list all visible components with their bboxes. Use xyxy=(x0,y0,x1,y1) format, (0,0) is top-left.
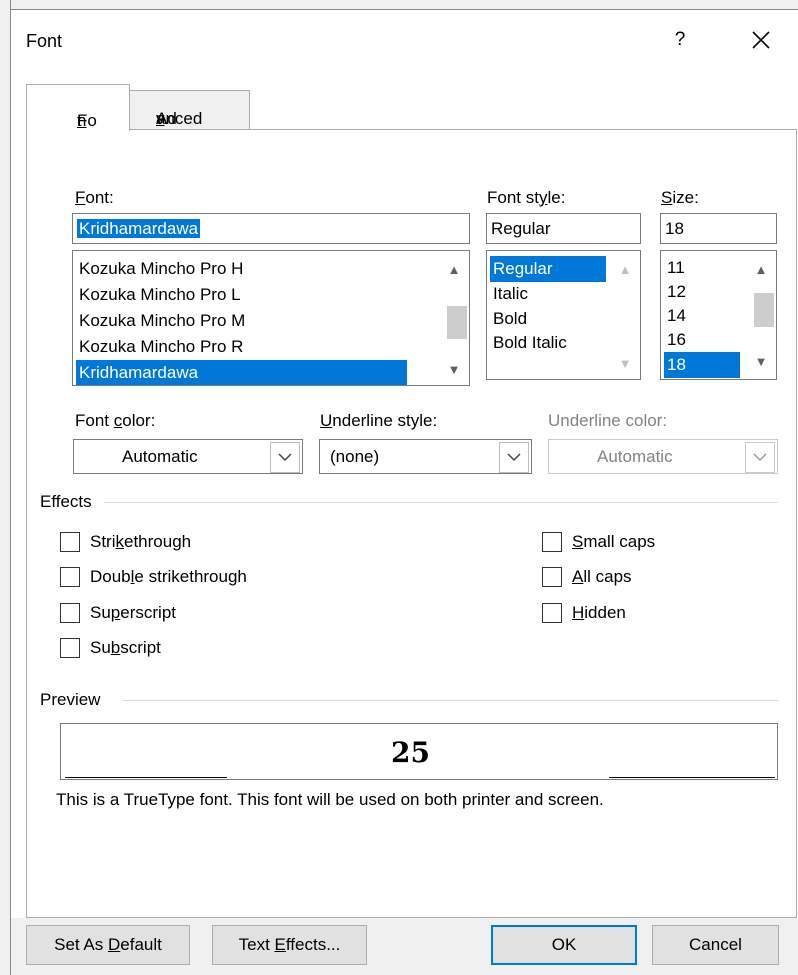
dialog-title: Font xyxy=(26,31,63,51)
font-label: Font: xyxy=(75,188,114,207)
font-style-item[interactable]: Italic xyxy=(493,281,528,307)
scroll-up-icon: ▲ xyxy=(618,262,632,277)
hidden-checkbox[interactable] xyxy=(542,603,562,623)
size-list-item[interactable]: 12 xyxy=(667,279,686,305)
superscript-label[interactable]: Superscript xyxy=(90,603,176,623)
font-style-item[interactable]: Bold xyxy=(493,306,527,332)
ok-button[interactable]: OK xyxy=(491,925,637,965)
strikethrough-label[interactable]: Strikethrough xyxy=(90,532,191,552)
scroll-down-icon[interactable]: ▼ xyxy=(746,351,776,373)
text-effects-button[interactable]: Text Effects... xyxy=(212,925,367,965)
preview-divider xyxy=(123,700,778,701)
superscript-checkbox[interactable] xyxy=(60,603,80,623)
size-list-item[interactable]: 16 xyxy=(667,327,686,353)
all-caps-checkbox[interactable] xyxy=(542,567,562,587)
effects-group-title: Effects xyxy=(40,492,92,511)
chevron-down-icon xyxy=(753,453,767,462)
font-list[interactable]: Kozuka Mincho Pro H Kozuka Mincho Pro L … xyxy=(72,250,470,386)
font-style-input[interactable]: Regular xyxy=(486,213,641,244)
font-style-scrollbar: ▲ ▼ xyxy=(610,251,640,379)
tab-advanced[interactable]: Ad v anced xyxy=(129,90,250,129)
font-list-item[interactable]: Kozuka Mincho Pro H xyxy=(79,256,243,282)
size-input[interactable]: 18 xyxy=(660,213,777,244)
scroll-down-icon: ▼ xyxy=(618,356,632,371)
close-button[interactable] xyxy=(744,23,778,57)
window-frame-top xyxy=(0,0,798,10)
size-list-item-selected[interactable]: 18 xyxy=(664,352,740,378)
help-button[interactable]: ? xyxy=(664,24,696,56)
subscript-label[interactable]: Subscript xyxy=(90,638,161,658)
hidden-label[interactable]: Hidden xyxy=(572,603,626,623)
scroll-up-icon[interactable]: ▲ xyxy=(439,259,469,281)
underline-color-label: Underline color: xyxy=(548,411,668,430)
font-color-label: Font color: xyxy=(75,411,156,430)
preview-baseline-left xyxy=(65,777,227,778)
underline-color-value: Automatic xyxy=(597,447,673,466)
font-list-scrollbar[interactable]: ▲ ▼ xyxy=(439,251,469,385)
size-list-item[interactable]: 14 xyxy=(667,303,686,329)
font-style-label: Font style: xyxy=(487,188,566,207)
underline-style-label: Underline style: xyxy=(320,411,438,430)
scroll-down-icon[interactable]: ▼ xyxy=(439,359,469,381)
underline-color-dropdown: Automatic xyxy=(548,439,778,474)
all-caps-label[interactable]: All caps xyxy=(572,567,632,587)
font-list-item[interactable]: Kozuka Mincho Pro R xyxy=(79,334,243,360)
chevron-down-icon xyxy=(278,453,292,462)
set-as-default-button[interactable]: Set As Default xyxy=(26,925,190,965)
underline-style-dropdown-button[interactable] xyxy=(499,442,529,473)
strikethrough-checkbox[interactable] xyxy=(60,532,80,552)
close-icon xyxy=(752,31,770,49)
font-list-item-selected[interactable]: Kridhamardawa xyxy=(76,360,407,385)
font-list-item[interactable]: Kozuka Mincho Pro M xyxy=(79,308,245,334)
scroll-thumb[interactable] xyxy=(754,293,774,327)
subscript-checkbox[interactable] xyxy=(60,638,80,658)
preview-box: 25 xyxy=(60,723,778,780)
font-style-item[interactable]: Bold Italic xyxy=(493,330,567,356)
font-color-dropdown[interactable]: Automatic xyxy=(73,439,303,474)
font-color-dropdown-button[interactable] xyxy=(270,442,300,473)
underline-color-dropdown-button xyxy=(745,442,775,473)
size-list-scrollbar[interactable]: ▲ ▼ xyxy=(746,251,776,379)
preview-baseline-right xyxy=(609,777,775,778)
tab-font[interactable]: Fo n t xyxy=(26,84,130,131)
window-frame-left xyxy=(0,0,11,975)
font-color-value: Automatic xyxy=(122,447,198,466)
chevron-down-icon xyxy=(507,453,521,462)
effects-divider xyxy=(104,502,778,503)
font-name-value: Kridhamardawa xyxy=(77,219,201,238)
small-caps-label[interactable]: Small caps xyxy=(572,532,655,552)
preview-sample-text: 25 xyxy=(391,736,430,769)
font-style-item-selected[interactable]: Regular xyxy=(490,256,606,282)
scroll-up-icon[interactable]: ▲ xyxy=(746,259,776,281)
cancel-button[interactable]: Cancel xyxy=(652,925,779,965)
size-label: Size: xyxy=(661,188,699,207)
size-value: 18 xyxy=(665,219,684,238)
size-list[interactable]: 11 12 14 16 18 ▲ ▼ xyxy=(660,250,777,380)
underline-style-value: (none) xyxy=(330,447,380,466)
font-style-value: Regular xyxy=(491,219,551,238)
font-list-item[interactable]: Kozuka Mincho Pro L xyxy=(79,282,241,308)
size-list-item[interactable]: 11 xyxy=(667,255,685,281)
preview-font-note: This is a TrueType font. This font will … xyxy=(56,790,604,809)
font-style-list[interactable]: Regular Italic Bold Bold Italic ▲ ▼ xyxy=(486,250,641,380)
font-name-input[interactable]: Kridhamardawa xyxy=(72,213,470,244)
scroll-thumb[interactable] xyxy=(447,306,467,339)
double-strikethrough-label[interactable]: Double strikethrough xyxy=(90,567,247,587)
double-strikethrough-checkbox[interactable] xyxy=(60,567,80,587)
underline-style-dropdown[interactable]: (none) xyxy=(319,439,532,474)
preview-group-title: Preview xyxy=(40,690,101,709)
small-caps-checkbox[interactable] xyxy=(542,532,562,552)
